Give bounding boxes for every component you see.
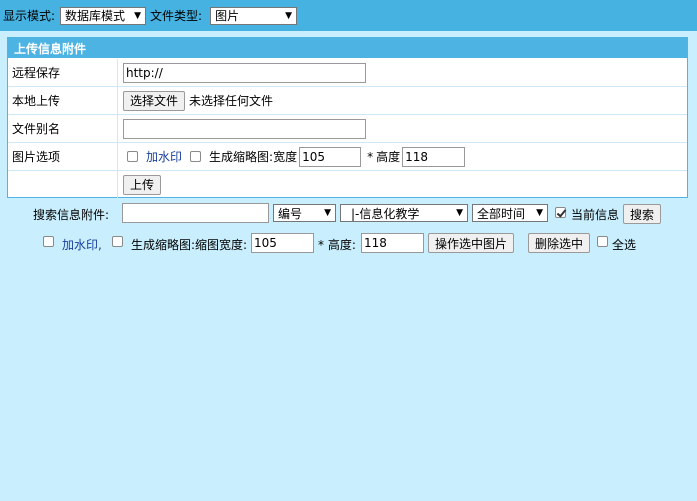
file-type-select[interactable]: 图片 ▼ [210, 6, 298, 25]
watermark-checkbox[interactable] [127, 151, 138, 162]
dropdown-arrow-icon: ▼ [456, 208, 463, 218]
remote-save-row: 远程保存 http:// [8, 59, 687, 87]
delete-selected-button[interactable]: 删除选中 [528, 233, 591, 253]
current-info-label: 当前信息 [571, 208, 620, 222]
display-mode-label: 显示模式: [3, 9, 56, 23]
batch-width-input[interactable]: 105 [251, 233, 314, 253]
file-alias-row: 文件别名 [8, 115, 687, 143]
display-mode-select[interactable]: 数据库模式 ▼ [60, 6, 147, 25]
select-all-label: 全选 [612, 238, 637, 252]
select-all-checkbox[interactable] [597, 236, 608, 247]
image-options-label: 图片选项 [8, 143, 118, 170]
file-type-label: 文件类型: [150, 9, 203, 23]
local-upload-label: 本地上传 [8, 87, 118, 114]
times-sign: * [367, 149, 374, 164]
current-info-checkbox[interactable] [555, 207, 566, 218]
remote-save-label: 远程保存 [8, 59, 118, 86]
thumbnail-height-input[interactable]: 118 [402, 146, 466, 167]
batch-height-label: * 高度: [318, 238, 356, 252]
watermark-label: 加水印 [146, 150, 183, 164]
batch-height-input[interactable]: 118 [361, 233, 424, 253]
file-alias-label: 文件别名 [8, 115, 118, 142]
upload-panel: 上传信息附件 远程保存 http:// 本地上传 选择文件 未选择任何文件 文件… [7, 37, 688, 198]
upload-button-row: 上传 [8, 171, 687, 198]
batch-thumbnail-checkbox[interactable] [112, 236, 123, 247]
dropdown-arrow-icon: ▼ [536, 208, 543, 218]
image-options-row: 图片选项 加水印 生成缩略图: 宽度 105 * 高度 118 [8, 143, 687, 171]
thumbnail-checkbox[interactable] [190, 151, 202, 162]
remote-url-input[interactable]: http:// [123, 62, 366, 83]
category-select[interactable]: |-信息化教学 ▼ [340, 204, 468, 222]
height-label: 高度 [376, 150, 401, 164]
batch-watermark-label: 加水印, [62, 238, 102, 252]
dropdown-arrow-icon: ▼ [324, 208, 331, 218]
batch-thumbnail-label: 生成缩略图:缩图宽度: [131, 238, 248, 252]
dropdown-arrow-icon: ▼ [285, 10, 293, 21]
width-label: 宽度 [273, 150, 298, 164]
upload-button[interactable]: 上传 [123, 174, 162, 195]
search-input[interactable] [122, 203, 269, 223]
process-selected-images-button[interactable]: 操作选中图片 [428, 233, 515, 253]
top-toolbar: 显示模式: 数据库模式 ▼ 文件类型: 图片 ▼ [0, 0, 697, 31]
panel-title: 上传信息附件 [8, 38, 687, 59]
dropdown-arrow-icon: ▼ [134, 10, 142, 21]
file-alias-input[interactable] [123, 118, 366, 139]
search-field-select[interactable]: 编号 ▼ [273, 204, 336, 222]
thumbnail-label: 生成缩略图: [209, 150, 274, 164]
batch-watermark-checkbox[interactable] [43, 236, 54, 247]
search-button[interactable]: 搜索 [623, 204, 662, 224]
local-upload-row: 本地上传 选择文件 未选择任何文件 [8, 87, 687, 115]
search-label: 搜索信息附件: [33, 208, 110, 222]
thumbnail-width-input[interactable]: 105 [299, 146, 362, 167]
choose-file-button[interactable]: 选择文件 [123, 90, 186, 111]
time-select[interactable]: 全部时间 ▼ [472, 204, 548, 222]
no-file-text: 未选择任何文件 [189, 94, 274, 108]
